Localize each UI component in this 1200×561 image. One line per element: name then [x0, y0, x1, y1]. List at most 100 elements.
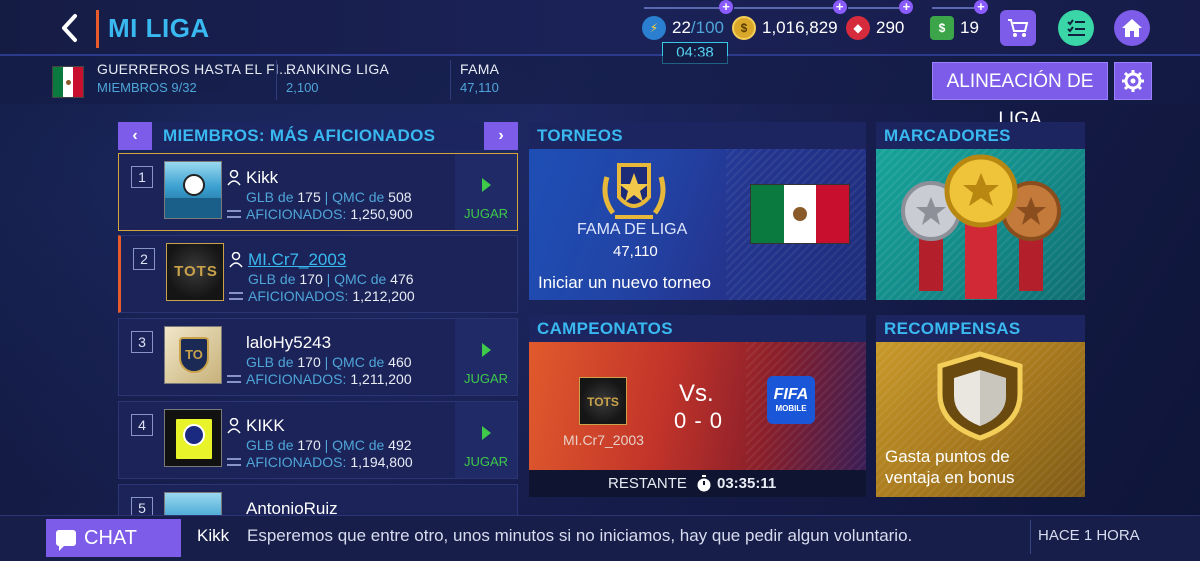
- play-icon: [482, 343, 491, 357]
- divider: [450, 60, 451, 100]
- chat-username: Kikk: [197, 526, 230, 545]
- cash-value: 19: [960, 18, 979, 37]
- tournaments-header: TORNEOS: [529, 122, 866, 150]
- leaderboards-header: MARCADORES: [876, 122, 1085, 150]
- member-stats: GLB de 175 | QMC de 508: [246, 189, 412, 205]
- coins-counter: $ 1,016,829 +: [732, 0, 847, 42]
- add-cash-button[interactable]: +: [973, 0, 988, 14]
- chat-timestamp: HACE 1 HORA: [1038, 527, 1140, 544]
- settings-button[interactable]: [1114, 62, 1152, 100]
- stopwatch-icon: [697, 475, 711, 492]
- chat-button[interactable]: CHAT: [46, 519, 181, 557]
- member-row[interactable]: 1 Kikk GLB de 175 | QMC de 508 AFICIONAD…: [118, 153, 518, 231]
- member-stats: GLB de 170 | QMC de 492: [246, 437, 412, 453]
- home-icon: [1122, 19, 1142, 37]
- gem-icon: ◆: [846, 16, 870, 40]
- user-icon: [229, 252, 243, 268]
- play-icon: [482, 178, 491, 192]
- previous-filter-button[interactable]: ‹: [118, 122, 152, 150]
- member-stats: GLB de 170 | QMC de 476: [248, 271, 414, 287]
- fifa-mobile-logo: FIFA MOBILE: [767, 376, 815, 424]
- play-icon: [482, 426, 491, 440]
- member-fans: AFICIONADOS: 1,250,900: [227, 206, 413, 222]
- avatar: [164, 161, 222, 219]
- rewards-card[interactable]: Gasta puntos de ventaja en bonus: [876, 342, 1085, 497]
- add-energy-button[interactable]: +: [719, 0, 734, 14]
- remaining-time: 03:35:11: [717, 475, 777, 492]
- cart-icon: [1008, 19, 1029, 37]
- coins-value: 1,016,829: [762, 18, 838, 37]
- equal-icon: [227, 458, 241, 466]
- member-fans: AFICIONADOS: 1,212,200: [229, 288, 415, 304]
- mexico-flag-icon: [52, 66, 84, 98]
- championship-timer-bar: RESTANTE 03:35:11: [529, 470, 866, 497]
- league-fame-value: 47,110: [613, 243, 658, 260]
- member-row[interactable]: 5 AntonioRuiz: [118, 484, 518, 522]
- ranking-label: RANKING LIGA: [286, 61, 390, 77]
- page-title: MI LIGA: [108, 13, 210, 43]
- energy-max: /100: [690, 18, 725, 37]
- league-ranking-block: RANKING LIGA 2,100: [286, 61, 389, 95]
- member-name: KIKK: [246, 416, 285, 435]
- league-fame-badge-icon: [602, 163, 666, 219]
- league-name-block[interactable]: GUERREROS HASTA EL FI... MIEMBROS 9/32: [97, 61, 292, 95]
- home-button[interactable]: [1114, 10, 1150, 46]
- member-stats: GLB de 170 | QMC de 460: [246, 354, 412, 370]
- title-separator: [96, 10, 99, 48]
- avatar: [164, 409, 222, 467]
- gems-counter: ◆ 290 +: [846, 0, 914, 42]
- member-name: laloHy5243: [246, 333, 332, 352]
- next-filter-button[interactable]: ›: [484, 122, 518, 150]
- start-tournament-text: Iniciar un nuevo torneo: [538, 273, 711, 292]
- rewards-text: Gasta puntos de ventaja en bonus: [885, 447, 1015, 487]
- league-members: MIEMBROS 9/32: [97, 80, 197, 95]
- cash-counter: $ 19 +: [930, 0, 988, 42]
- coin-icon: $: [732, 16, 756, 40]
- mexico-flag-icon: [750, 184, 850, 244]
- play-button[interactable]: JUGAR: [455, 319, 517, 395]
- energy-counter: ⚡ 22 /100 +: [642, 0, 734, 42]
- remaining-label: RESTANTE: [608, 475, 687, 492]
- rewards-header: RECOMPENSAS: [876, 315, 1085, 343]
- member-fans: AFICIONADOS: 1,211,200: [227, 371, 412, 387]
- shield-icon: [937, 351, 1023, 441]
- energy-value: 22: [672, 18, 691, 37]
- equal-icon: [227, 375, 241, 383]
- divider: [1030, 520, 1031, 554]
- fame-label: FAMA: [460, 61, 500, 77]
- championships-header: CAMPEONATOS: [529, 315, 866, 343]
- lightning-icon: ⚡: [642, 16, 666, 40]
- member-name: Kikk: [246, 168, 279, 187]
- member-rank: 3: [131, 331, 153, 353]
- leaderboards-card[interactable]: [876, 149, 1085, 300]
- league-name: GUERREROS HASTA EL FI...: [97, 61, 292, 77]
- chat-bubble-icon: [56, 530, 76, 551]
- members-panel-title: MIEMBROS: MÁS AFICIONADOS: [163, 126, 436, 145]
- divider: [276, 60, 277, 100]
- member-row[interactable]: 2 TOTS MI.Cr7_2003 GLB de 170 | QMC de 4…: [118, 235, 518, 313]
- chevron-left-icon: [62, 14, 77, 42]
- gear-icon: [1122, 70, 1144, 92]
- championships-card[interactable]: TOTS MI.Cr7_2003 Vs. 0 - 0 FIFA MOBILE: [529, 342, 866, 470]
- ranking-value: 2,100: [286, 80, 319, 95]
- tasks-button[interactable]: [1058, 10, 1094, 46]
- member-row[interactable]: 4 KIKK GLB de 170 | QMC de 492 AFICIONAD…: [118, 401, 518, 479]
- user-icon: [227, 418, 241, 434]
- checklist-icon: [1067, 19, 1085, 36]
- cash-icon: $: [930, 16, 954, 40]
- store-button[interactable]: [1000, 10, 1036, 46]
- play-button[interactable]: JUGAR: [455, 154, 517, 230]
- back-button[interactable]: [56, 12, 84, 44]
- member-row[interactable]: 3 TO laloHy5243 GLB de 170 | QMC de 460 …: [118, 318, 518, 396]
- equal-icon: [229, 292, 243, 300]
- play-button[interactable]: JUGAR: [455, 402, 517, 478]
- team-name: MI.Cr7_2003: [563, 432, 644, 448]
- member-rank: 2: [133, 248, 155, 270]
- member-rank: 1: [131, 166, 153, 188]
- add-coins-button[interactable]: +: [832, 0, 847, 14]
- medals-icon: [901, 154, 1061, 299]
- avatar: TO: [164, 326, 222, 384]
- team-avatar: TOTS: [579, 377, 627, 425]
- league-lineup-button[interactable]: ALINEACIÓN DE LIGA: [932, 62, 1108, 130]
- tournaments-card[interactable]: FAMA DE LIGA 47,110 Iniciar un nuevo tor…: [529, 149, 866, 300]
